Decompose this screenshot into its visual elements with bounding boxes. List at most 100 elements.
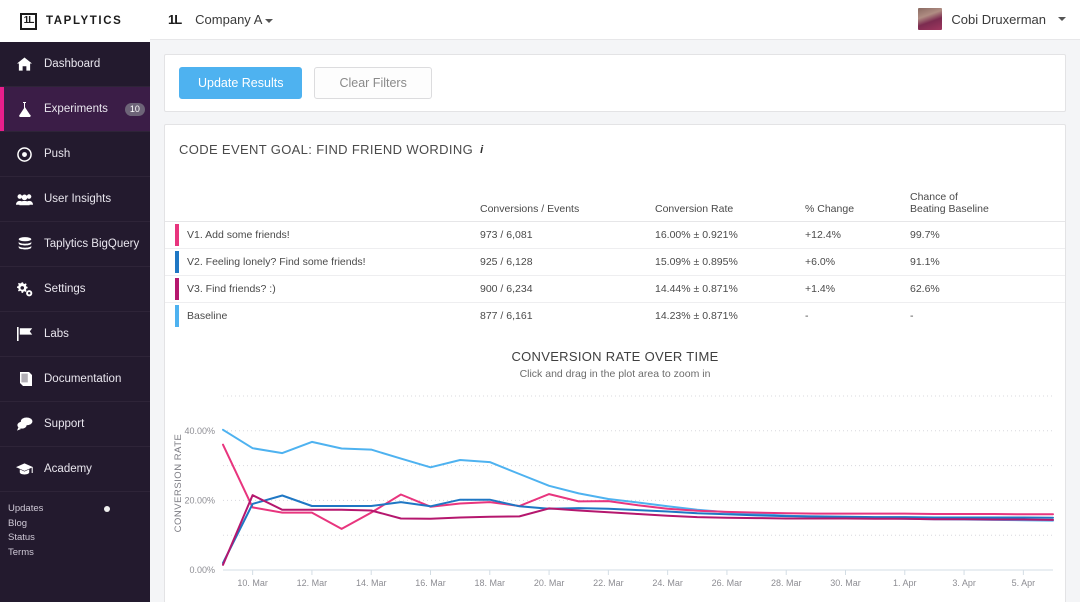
flask-icon: [16, 101, 33, 117]
topbar-brand-mark-icon: 1L: [168, 11, 182, 27]
graduation-cap-icon: [16, 461, 33, 477]
svg-text:18. Mar: 18. Mar: [475, 578, 506, 588]
row-variation-name-cell: V2. Feeling lonely? Find some friends!: [165, 248, 480, 277]
svg-text:30. Mar: 30. Mar: [830, 578, 861, 588]
svg-text:22. Mar: 22. Mar: [593, 578, 624, 588]
chart-subtitle: Click and drag in the plot area to zoom …: [519, 368, 711, 381]
svg-text:12. Mar: 12. Mar: [297, 578, 328, 588]
sidebar-item-dashboard[interactable]: Dashboard: [0, 42, 150, 87]
chart-plot-area[interactable]: 0.00% 20.00% 40.00% 10. Mar 12. Mar 14. Mar 16…: [165, 390, 1065, 602]
chart-title: CONVERSION RATE OVER TIME: [511, 349, 719, 365]
flag-icon: [16, 326, 33, 342]
sidebar-item-documentation[interactable]: Documentation: [0, 357, 150, 402]
row-chance-beating-baseline: 99.7%: [910, 221, 1065, 250]
update-results-button[interactable]: Update Results: [179, 66, 303, 100]
table-row[interactable]: V1. Add some friends! 973 / 6,081 16.00%…: [165, 221, 1065, 250]
content-area: Update Results Clear Filters CODE EVENT …: [150, 40, 1080, 602]
user-menu[interactable]: Cobi Druxerman: [918, 8, 1066, 31]
footer-link-terms[interactable]: Terms: [8, 546, 150, 561]
variation-name: V1. Add some friends!: [187, 229, 290, 242]
svg-text:20. Mar: 20. Mar: [534, 578, 565, 588]
row-variation-name-cell: Baseline: [165, 303, 480, 330]
company-selector[interactable]: Company A: [195, 11, 274, 27]
sidebar-item-labs[interactable]: Labs: [0, 312, 150, 357]
row-percent-change: -: [805, 310, 809, 323]
row-percent-change: +12.4%: [805, 221, 910, 250]
main-area: 1L Company A Cobi Druxerman Update Resul…: [150, 0, 1080, 602]
table-row[interactable]: V2. Feeling lonely? Find some friends! 9…: [165, 248, 1065, 277]
svg-text:14. Mar: 14. Mar: [356, 578, 387, 588]
sidebar-item-label: Academy: [44, 463, 92, 475]
sidebar-nav: Dashboard Experiments 10 Push User Insig…: [0, 42, 150, 492]
row-variation-name-cell: V3. Find friends? :): [165, 275, 480, 304]
svg-text:1. Apr: 1. Apr: [893, 578, 917, 588]
footer-link-blog[interactable]: Blog: [8, 517, 150, 532]
sidebar-item-label: User Insights: [44, 193, 112, 205]
book-icon: [16, 371, 33, 387]
brand-mark-icon: 1L: [20, 12, 37, 30]
table-row[interactable]: V3. Find friends? :) 900 / 6,234 14.44% …: [165, 275, 1065, 304]
row-variation-name-cell: V1. Add some friends!: [165, 221, 480, 250]
variation-color-swatch: [175, 278, 179, 301]
info-icon[interactable]: i: [480, 144, 483, 156]
variation-name: Baseline: [187, 310, 228, 323]
brand-logo[interactable]: 1L TAPLYTICS: [0, 0, 150, 42]
sidebar-item-taplytics-bigquery[interactable]: Taplytics BigQuery: [0, 222, 150, 267]
svg-text:3. Apr: 3. Apr: [952, 578, 976, 588]
row-chance-beating-baseline: -: [910, 310, 914, 323]
sidebar-item-experiments[interactable]: Experiments 10: [0, 87, 150, 132]
sidebar-item-academy[interactable]: Academy: [0, 447, 150, 492]
database-icon: [16, 236, 33, 252]
sidebar-item-push[interactable]: Push: [0, 132, 150, 177]
chance-header-line1: Chance of: [910, 191, 958, 204]
user-name: Cobi Druxerman: [951, 11, 1046, 27]
sidebar-item-label: Documentation: [44, 373, 122, 385]
svg-text:5. Apr: 5. Apr: [1012, 578, 1036, 588]
sidebar: 1L TAPLYTICS Dashboard Experiments 10 Pu…: [0, 0, 150, 602]
row-conversion-rate: 16.00% ± 0.921%: [655, 221, 805, 250]
table-row[interactable]: Baseline 877 / 6,161 14.23% ± 0.871% - -: [165, 303, 1065, 330]
column-header-percent-change: % Change: [805, 191, 910, 223]
sidebar-item-label: Push: [44, 148, 71, 160]
gears-icon: [16, 281, 33, 297]
chance-header-line2: Beating Baseline: [910, 203, 989, 216]
row-percent-change: +6.0%: [805, 248, 910, 277]
footer-link-updates[interactable]: Updates: [8, 502, 150, 517]
updates-indicator-dot: [104, 506, 110, 512]
sidebar-footer-links: Updates Blog Status Terms: [0, 492, 150, 560]
row-conversion-rate: 15.09% ± 0.895%: [655, 248, 805, 277]
push-target-icon: [16, 146, 33, 162]
page-title: CODE EVENT GOAL: FIND FRIEND WORDING i: [165, 139, 1065, 157]
variation-color-swatch: [175, 224, 179, 247]
footer-link-status[interactable]: Status: [8, 531, 150, 546]
svg-text:26. Mar: 26. Mar: [712, 578, 743, 588]
users-icon: [16, 191, 33, 207]
svg-text:24. Mar: 24. Mar: [652, 578, 683, 588]
sidebar-item-label: Labs: [44, 328, 69, 340]
variation-color-swatch: [175, 251, 179, 274]
avatar: [918, 8, 943, 31]
svg-text:16. Mar: 16. Mar: [415, 578, 446, 588]
sidebar-item-user-insights[interactable]: User Insights: [0, 177, 150, 222]
results-table: Conversions / Events Conversion Rate % C…: [165, 191, 1065, 329]
column-header-variation: [165, 191, 480, 223]
company-name: Company A: [195, 11, 263, 27]
brand-name: TAPLYTICS: [46, 15, 123, 27]
svg-text:28. Mar: 28. Mar: [771, 578, 802, 588]
filter-bar: Update Results Clear Filters: [164, 53, 1066, 113]
svg-text:40.00%: 40.00%: [184, 426, 215, 436]
row-chance-beating-baseline: 62.6%: [910, 275, 1065, 304]
conversion-rate-chart: CONVERSION RATE OVER TIME Click and drag…: [165, 329, 1065, 602]
sidebar-item-support[interactable]: Support: [0, 402, 150, 447]
home-icon: [16, 56, 33, 72]
variation-name: V2. Feeling lonely? Find some friends!: [187, 256, 366, 269]
svg-text:0.00%: 0.00%: [189, 565, 215, 575]
results-table-head: Conversions / Events Conversion Rate % C…: [165, 191, 1065, 223]
clear-filters-button[interactable]: Clear Filters: [314, 66, 432, 100]
sidebar-item-settings[interactable]: Settings: [0, 267, 150, 312]
row-conversions: 973 / 6,081: [480, 221, 655, 250]
chat-icon: [16, 416, 33, 432]
row-conversion-rate: 14.23% ± 0.871%: [655, 310, 738, 323]
table-header-row: Conversions / Events Conversion Rate % C…: [165, 191, 1065, 223]
chevron-down-icon: [1058, 17, 1066, 22]
